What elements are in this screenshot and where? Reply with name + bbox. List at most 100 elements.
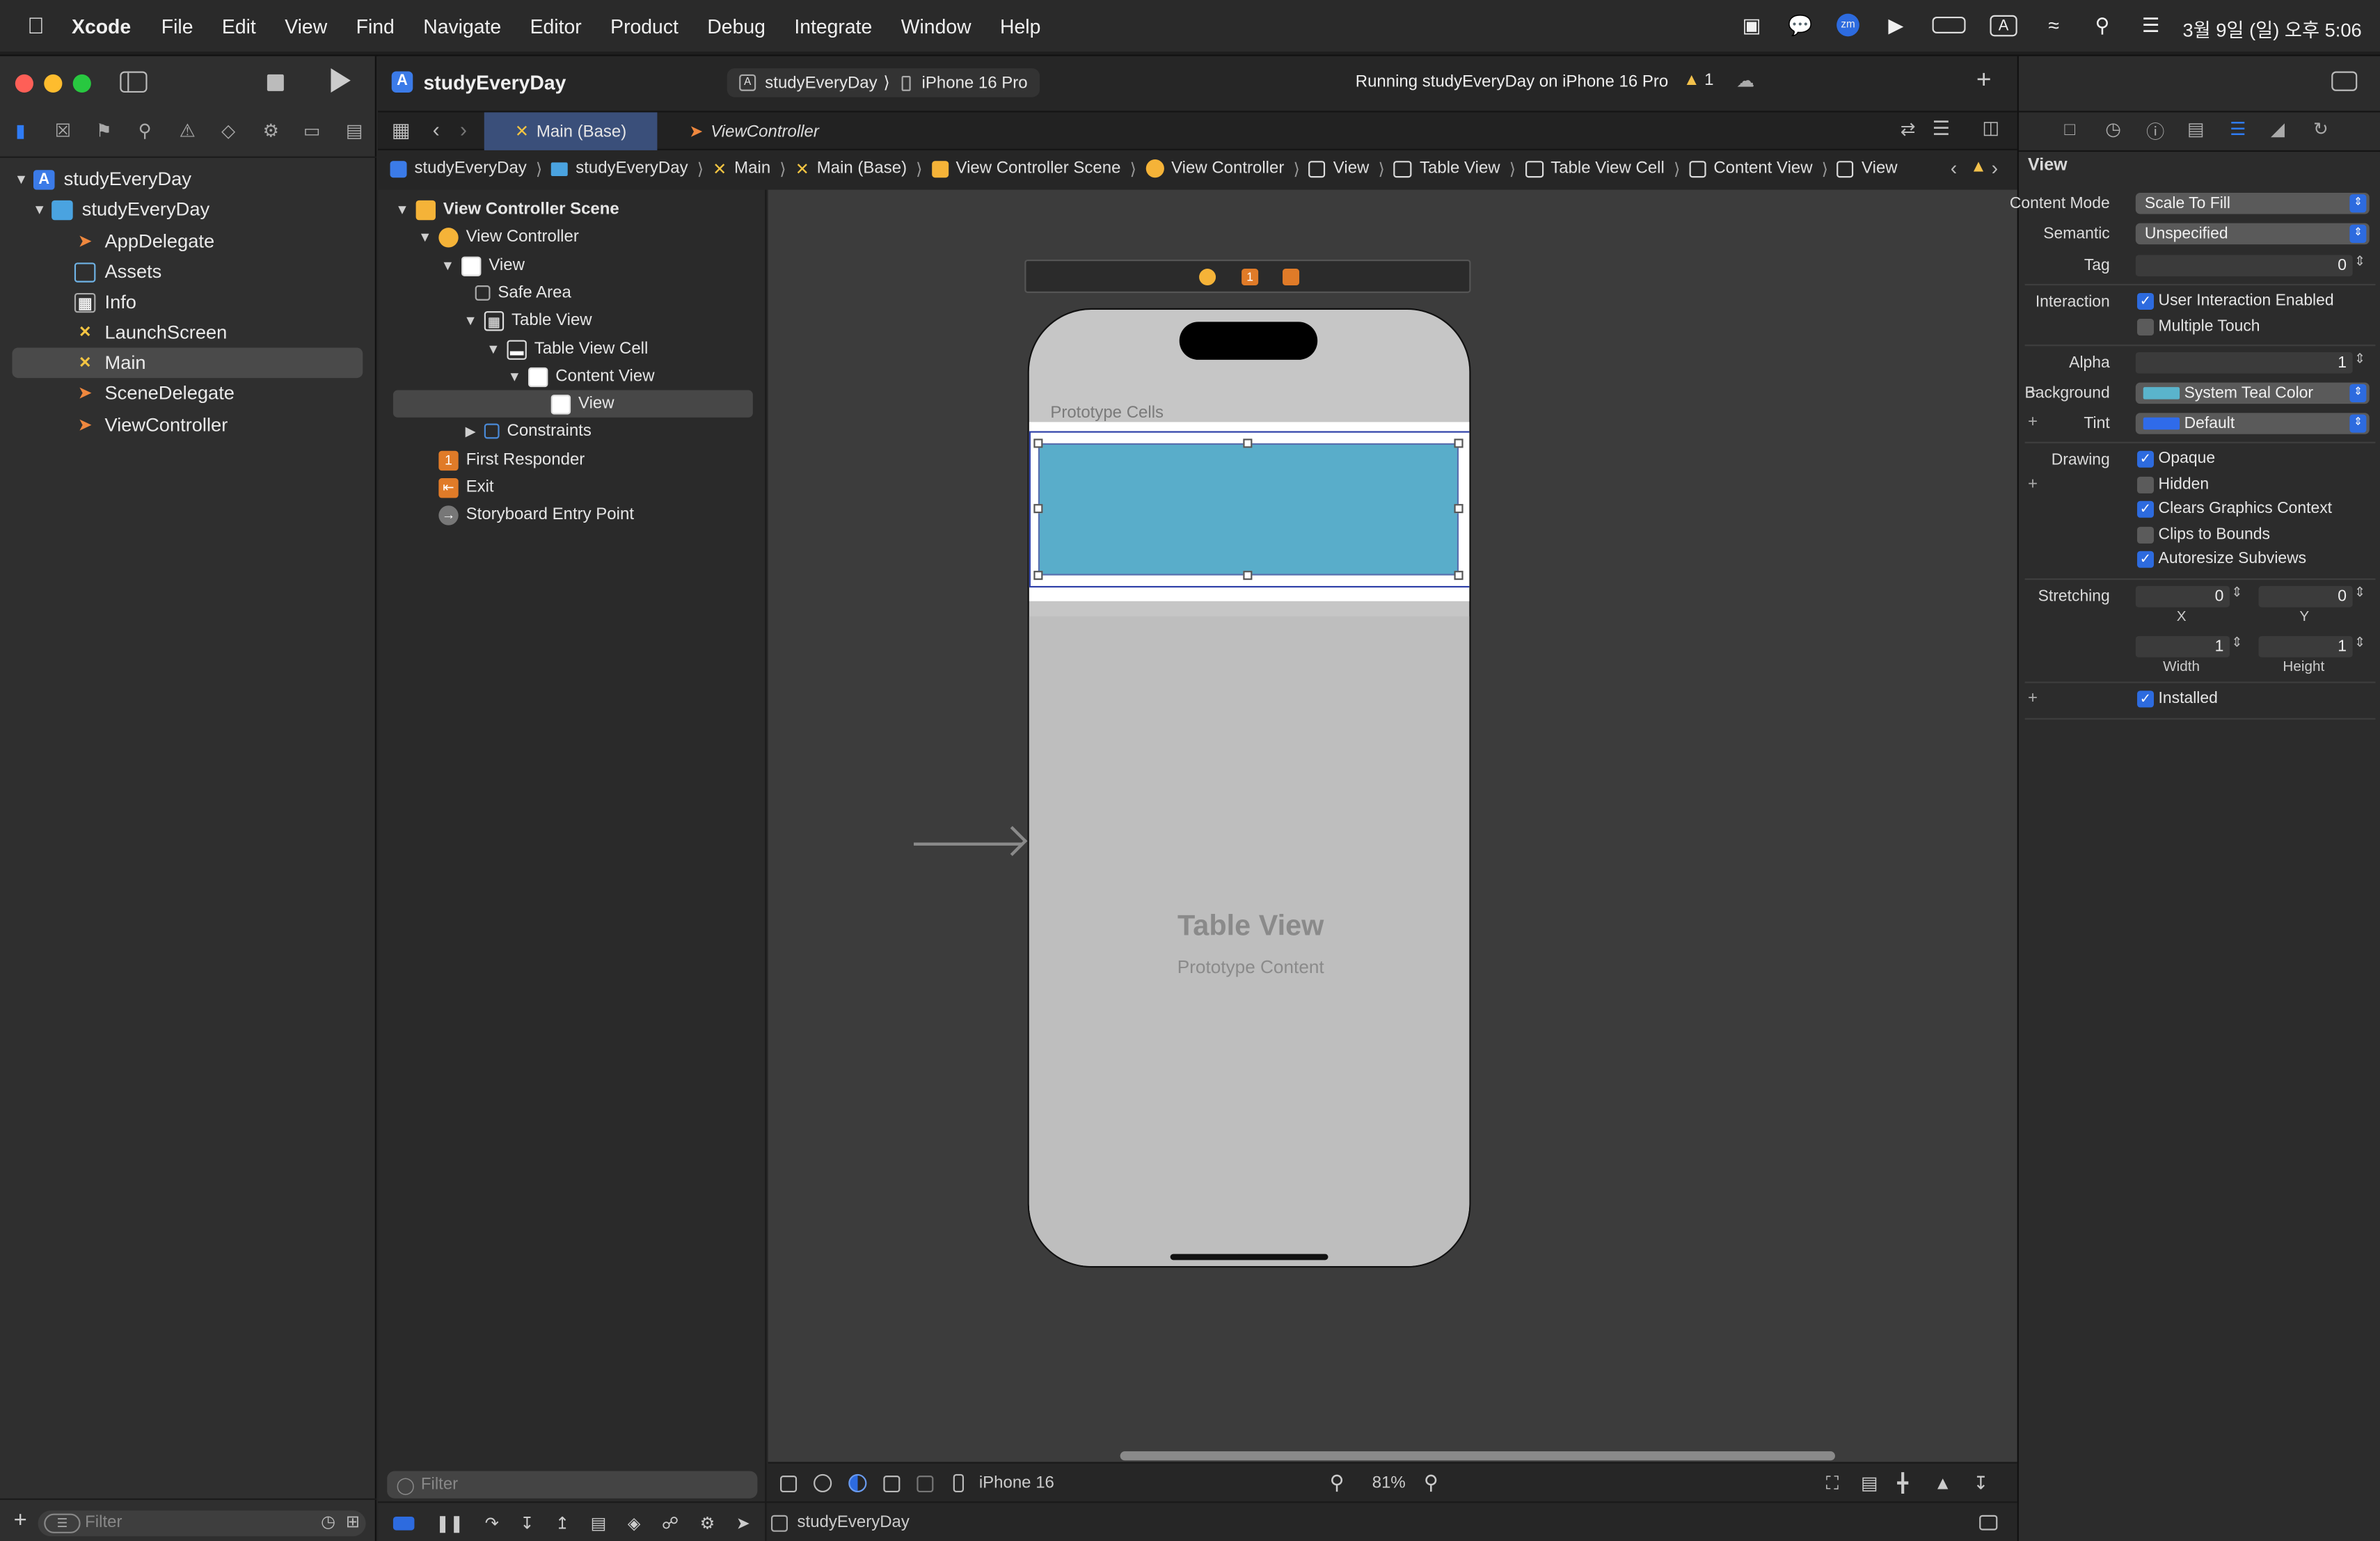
horizontal-scrollbar[interactable] xyxy=(1120,1451,1835,1461)
resize-handle[interactable] xyxy=(1454,504,1463,514)
tag-stepper[interactable]: ⇕ xyxy=(2354,253,2365,270)
installed-variation-plus-icon[interactable]: + xyxy=(2028,689,2038,707)
menu-product[interactable]: Product xyxy=(610,15,679,38)
tag-field[interactable]: 0 xyxy=(2135,255,2353,276)
outline-row-table-view[interactable]: ▼ ▦ Table View xyxy=(461,307,592,334)
file-inspector-icon[interactable]: □ xyxy=(2064,118,2075,140)
size-inspector-icon[interactable]: ◢ xyxy=(2271,118,2285,140)
outline-row-content-view[interactable]: ▼ Content View xyxy=(505,363,655,390)
warning-indicator[interactable]: ▲ 1 xyxy=(1683,72,1714,90)
outline-row-table-view-cell[interactable]: ▼ ▬ Table View Cell xyxy=(484,335,648,363)
disclosure-chevron-icon[interactable]: ▼ xyxy=(461,313,479,328)
device-config-label[interactable]: iPhone 16 xyxy=(979,1474,1054,1492)
outline-row-entry-point[interactable]: → Storyboard Entry Point xyxy=(438,501,634,528)
breadcrumb-item[interactable]: Content View xyxy=(1713,159,1812,177)
zoom-out-icon[interactable]: ⚲ xyxy=(1330,1471,1344,1496)
stretching-x-stepper[interactable]: ⇕ xyxy=(2231,585,2242,601)
grid-icon[interactable]: ▦ xyxy=(392,118,411,143)
semantic-popup[interactable]: Unspecified ⇕ xyxy=(2135,223,2370,245)
tint-variation-plus-icon[interactable]: + xyxy=(2028,413,2038,431)
menu-edit[interactable]: Edit xyxy=(222,15,256,38)
user-interaction-checkbox[interactable]: ✓ xyxy=(2137,292,2155,310)
menu-view[interactable]: View xyxy=(285,15,327,38)
breadcrumb-item[interactable]: Main xyxy=(734,159,770,177)
messages-icon[interactable]: 💬 xyxy=(1788,14,1812,36)
clears-graphics-checkbox[interactable]: ✓ xyxy=(2137,500,2155,518)
disclosure-chevron-icon[interactable]: ▼ xyxy=(484,342,502,357)
outline-filter-field[interactable]: ◯ Filter xyxy=(387,1471,758,1499)
accessibility-icon[interactable] xyxy=(814,1473,832,1493)
wifi-icon[interactable]: ≈ xyxy=(2042,14,2066,36)
orientation-icon[interactable] xyxy=(883,1474,901,1492)
tab-viewcontroller[interactable]: ➤ ViewController xyxy=(689,112,819,150)
tree-item-scenedelegate[interactable]: ➤ SceneDelegate xyxy=(12,378,363,409)
menu-file[interactable]: File xyxy=(161,15,193,38)
breadcrumb-item[interactable]: View xyxy=(1862,159,1898,177)
warning-icon[interactable]: ▲ xyxy=(1970,158,1987,176)
installed-checkbox[interactable]: ✓ xyxy=(2137,690,2155,708)
resize-handle[interactable] xyxy=(1454,438,1463,448)
disclosure-chevron-icon[interactable]: ▼ xyxy=(416,229,434,244)
related-items-icon[interactable]: ⇄ xyxy=(1901,118,1916,140)
attributes-inspector-icon[interactable]: ☰ xyxy=(2230,118,2246,140)
content-mode-popup[interactable]: Scale To Fill ⇕ xyxy=(2135,193,2370,214)
scheme-selector[interactable]: A studyEveryDay ⟩ iPhone 16 Pro xyxy=(727,68,1040,97)
outline-row-scene[interactable]: ▼ View Controller Scene xyxy=(393,196,619,223)
inspector-toggle-icon[interactable] xyxy=(2331,71,2358,91)
tree-item-launchscreen[interactable]: ✕ LaunchScreen xyxy=(12,317,363,348)
recent-files-icon[interactable]: ◷ xyxy=(321,1512,335,1532)
resize-handle[interactable] xyxy=(1033,438,1043,448)
first-responder-icon[interactable]: 1 xyxy=(1241,269,1259,286)
disclosure-chevron-icon[interactable]: ▼ xyxy=(505,369,523,384)
source-control-filter-icon[interactable]: ⊞ xyxy=(346,1512,360,1532)
cloud-icon[interactable]: ☁ xyxy=(1736,70,1754,91)
tree-item-folder[interactable]: ▼ studyEveryDay xyxy=(12,194,363,225)
editor-options-icon[interactable]: ☰ xyxy=(1933,117,1950,141)
outline-row-constraints[interactable]: ▶ Constraints xyxy=(461,418,592,445)
memory-graph-icon[interactable]: ◈ xyxy=(628,1512,640,1533)
exit-icon[interactable] xyxy=(1283,269,1300,286)
history-inspector-icon[interactable]: ◷ xyxy=(2105,118,2121,140)
debug-target-label[interactable]: studyEveryDay xyxy=(798,1514,910,1532)
size-class-icon[interactable] xyxy=(917,1474,934,1492)
filter-options-icon[interactable]: ☰ xyxy=(44,1513,81,1533)
breadcrumb-item[interactable]: View Controller Scene xyxy=(956,159,1121,177)
location-arrow-icon[interactable]: ➤ xyxy=(736,1512,750,1533)
battery-icon[interactable] xyxy=(1932,16,1966,33)
run-button[interactable] xyxy=(331,68,351,93)
outline-row-view-selected[interactable]: View xyxy=(392,390,753,418)
clips-to-bounds-checkbox[interactable] xyxy=(2137,526,2155,544)
zoom-window-button[interactable] xyxy=(72,74,91,93)
breadcrumb-item[interactable]: studyEveryDay xyxy=(576,159,688,177)
connections-inspector-icon[interactable]: ↻ xyxy=(2313,118,2329,140)
autoresize-checkbox[interactable]: ✓ xyxy=(2137,551,2155,568)
menu-help[interactable]: Help xyxy=(1000,15,1040,38)
view-hierarchy-icon[interactable]: ▤ xyxy=(591,1512,607,1533)
scene-dock[interactable]: 1 xyxy=(1024,259,1471,293)
tree-item-project[interactable]: ▼ A studyEveryDay xyxy=(12,164,363,195)
zoom-in-icon[interactable]: ⚲ xyxy=(1424,1471,1438,1496)
debug-area-toggle-icon[interactable] xyxy=(392,1515,415,1530)
add-library-icon[interactable]: + xyxy=(1976,65,1992,96)
menubar-clock[interactable]: 3월 9일 (일) 오후 5:06 xyxy=(2182,14,2361,42)
bookmark-tab-icon[interactable]: ⚑ xyxy=(93,120,116,141)
report-tab-icon[interactable]: ▤ xyxy=(343,120,366,141)
hidden-checkbox[interactable] xyxy=(2137,476,2155,493)
outline-row-safe-area[interactable]: Safe Area xyxy=(475,279,571,306)
add-constraints-icon[interactable]: ╋ xyxy=(1897,1473,1908,1494)
step-out-icon[interactable]: ↥ xyxy=(555,1512,569,1533)
alpha-stepper[interactable]: ⇕ xyxy=(2354,351,2365,368)
tint-popup[interactable]: Default ⇕ xyxy=(2135,413,2370,434)
tab-main-base[interactable]: ✕ Main (Base) xyxy=(484,112,658,150)
tree-item-viewcontroller[interactable]: ➤ ViewController xyxy=(12,410,363,441)
outline-row-first-responder[interactable]: 1 First Responder xyxy=(438,446,585,473)
input-source-icon[interactable]: A xyxy=(1990,14,2017,36)
tree-item-assets[interactable]: Assets xyxy=(12,257,363,287)
console-toggle-icon[interactable] xyxy=(1979,1515,1998,1531)
forward-chevron-icon[interactable]: › xyxy=(460,117,467,141)
step-over-icon[interactable]: ↷ xyxy=(485,1512,499,1533)
next-issue-icon[interactable]: › xyxy=(1992,157,1998,180)
breakpoint-tab-icon[interactable]: ▭ xyxy=(301,120,324,141)
opaque-checkbox[interactable]: ✓ xyxy=(2137,450,2155,468)
embed-in-icon[interactable]: ↧ xyxy=(1973,1473,1988,1494)
